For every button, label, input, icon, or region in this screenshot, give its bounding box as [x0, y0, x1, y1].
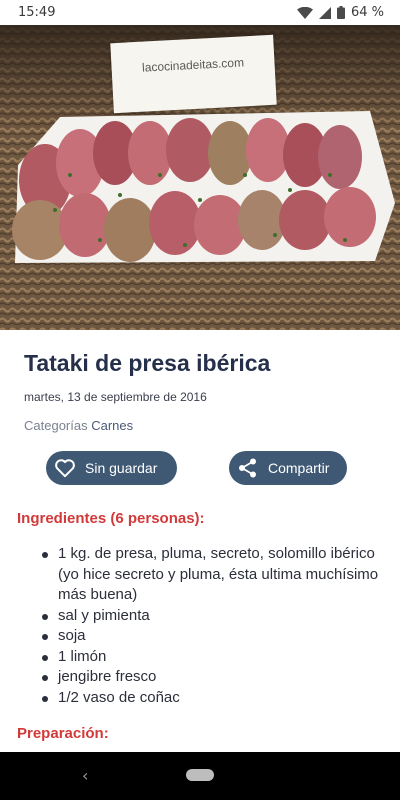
- status-time: 15:49: [18, 5, 56, 20]
- battery-percent: 64 %: [350, 5, 384, 20]
- battery-icon: [336, 6, 345, 19]
- category-link[interactable]: Carnes: [91, 418, 133, 433]
- categories-label: Categorías: [24, 418, 88, 433]
- share-button-label: Compartir: [268, 460, 330, 476]
- list-item: jengibre fresco: [42, 667, 382, 688]
- ingredients-list: 1 kg. de presa, pluma, secreto, solomill…: [42, 544, 382, 708]
- navigation-bar: ‹: [0, 752, 400, 800]
- status-bar: 15:49 64 %: [0, 0, 400, 25]
- recipe-categories: Categorías Carnes: [24, 418, 133, 433]
- status-icons: 64 %: [296, 5, 384, 20]
- preparation-heading: Preparación:: [17, 725, 109, 742]
- recipe-date: martes, 13 de septiembre de 2016: [24, 390, 207, 404]
- ingredients-heading: Ingredientes (6 personas):: [17, 510, 205, 527]
- heart-icon: [54, 458, 76, 478]
- back-icon[interactable]: ‹: [82, 766, 88, 785]
- wifi-icon: [296, 6, 313, 19]
- recipe-title: Tataki de presa ibérica: [24, 350, 271, 376]
- recipe-photo: lacocinadeitas.com: [0, 25, 400, 330]
- home-pill-icon[interactable]: [186, 769, 214, 781]
- save-button-label: Sin guardar: [85, 460, 158, 476]
- signal-icon: [318, 6, 331, 19]
- list-item: soja: [42, 626, 382, 647]
- save-button[interactable]: Sin guardar: [46, 451, 177, 485]
- list-item: 1 kg. de presa, pluma, secreto, solomill…: [42, 544, 382, 606]
- list-item: 1/2 vaso de coñac: [42, 688, 382, 709]
- share-button[interactable]: Compartir: [229, 451, 347, 485]
- list-item: sal y pimienta: [42, 606, 382, 627]
- share-icon: [237, 457, 259, 479]
- list-item: 1 limón: [42, 647, 382, 668]
- watermark-card: [110, 34, 277, 114]
